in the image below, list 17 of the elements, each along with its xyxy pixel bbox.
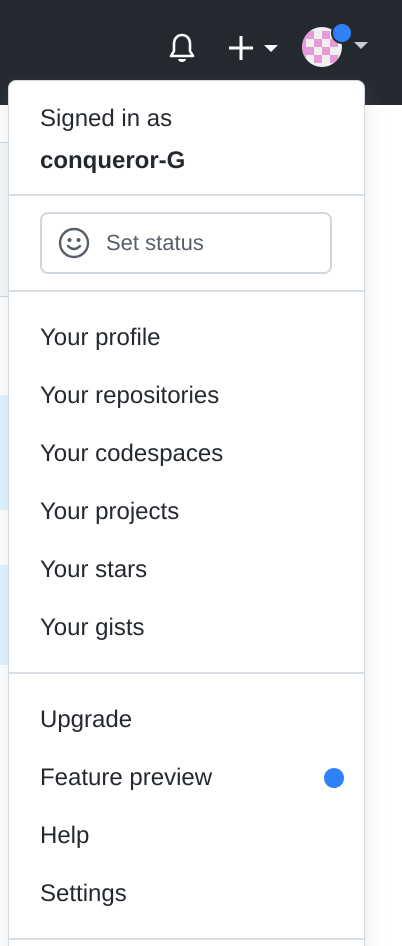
menu-item[interactable]: Your repositories (40, 382, 220, 410)
menu-item[interactable]: Your projects (40, 498, 180, 526)
smiley-icon (58, 227, 90, 259)
menu-item[interactable]: Your profile (40, 324, 161, 352)
set-status-button[interactable]: Set status (40, 212, 332, 274)
menu-item[interactable]: Help (40, 822, 90, 850)
create-new-plus-icon[interactable] (228, 34, 280, 60)
user-avatar-icon[interactable] (302, 22, 368, 66)
menu-item[interactable]: Your stars (40, 556, 148, 584)
menu-item[interactable]: Your gists (40, 614, 145, 642)
menu-item[interactable]: Upgrade (40, 706, 132, 734)
notifications-bell-icon[interactable] (168, 32, 196, 64)
username: conqueror-G (40, 146, 186, 176)
menu-item[interactable]: Feature preview (40, 764, 212, 792)
menu-item[interactable]: Settings (40, 880, 127, 908)
menu-item[interactable]: Your codespaces (40, 440, 224, 468)
signed-in-label: Signed in as (40, 104, 174, 134)
